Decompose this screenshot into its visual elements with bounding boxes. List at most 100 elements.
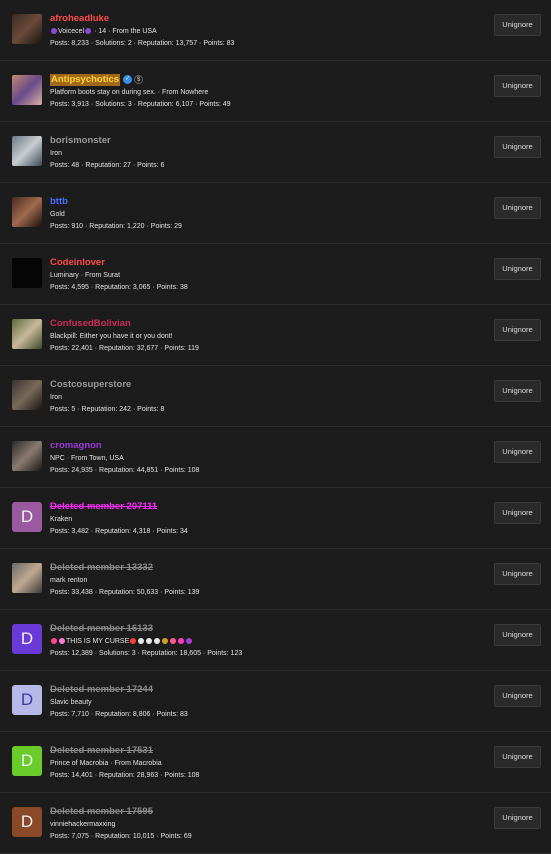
unignore-button[interactable]: Unignore: [494, 746, 541, 768]
unignore-button[interactable]: Unignore: [494, 502, 541, 524]
unignore-button[interactable]: Unignore: [494, 197, 541, 219]
unignore-button[interactable]: Unignore: [494, 807, 541, 829]
member-avatar-letter[interactable]: D: [12, 746, 42, 776]
member-avatar-letter[interactable]: D: [12, 502, 42, 532]
member-info: Deleted member 17244 Slavic beauty Posts: …: [50, 684, 421, 720]
member-row: D Deleted member 17531 Prince of Macrobia …: [0, 732, 551, 793]
member-info: Deleted member 17531 Prince of Macrobia ·…: [50, 745, 421, 781]
member-title: Voicecel: [58, 28, 85, 35]
member-title-line: Kraken: [50, 515, 421, 525]
member-avatar[interactable]: [12, 319, 42, 349]
member-title: Kraken: [50, 516, 73, 523]
member-avatar[interactable]: [12, 563, 42, 593]
username-link[interactable]: Deleted member 13332: [50, 562, 153, 574]
member-stats: Posts: 3,913 · Solutions: 3 · Reputation…: [50, 101, 231, 108]
username-link[interactable]: Deleted member 207111: [50, 501, 157, 513]
member-stats: Posts: 48 · Reputation: 27 · Points: 6: [50, 162, 165, 169]
member-title-line: Prince of Macrobia · From Macrobia: [50, 759, 421, 769]
purple-orb-icon: [51, 28, 57, 35]
member-avatar[interactable]: [12, 14, 42, 44]
unignore-button[interactable]: Unignore: [494, 14, 541, 36]
username-link[interactable]: cromagnon: [50, 440, 102, 452]
member-title: Gold: [50, 211, 65, 218]
member-title: Blackpill: Either you have it or you don…: [50, 333, 173, 340]
member-row: borismonster Iron Posts: 48 · Reputation: …: [0, 122, 551, 183]
username-line: Deleted member 207111: [50, 501, 421, 513]
member-info: bttb Gold Posts: 910 · Reputation: 1,220 ·…: [50, 196, 421, 232]
unignore-button[interactable]: Unignore: [494, 563, 541, 585]
member-info: cromagnon NPC · From Town, USA Posts: 24,9…: [50, 440, 421, 476]
member-stats: Posts: 7,075 · Reputation: 10,015 · Poin…: [50, 833, 192, 840]
member-stats: Posts: 5 · Reputation: 242 · Points: 8: [50, 406, 165, 413]
unignore-button[interactable]: Unignore: [494, 319, 541, 341]
member-title: Iron: [50, 150, 63, 157]
emoji-icon: [154, 638, 161, 645]
username-line: ConfusedBolivian: [50, 318, 421, 330]
username-line: Codeinlover: [50, 257, 421, 269]
member-title: Prince of Macrobia · From Macrobia: [50, 760, 162, 767]
unignore-button[interactable]: Unignore: [494, 380, 541, 402]
member-title-line: Iron: [50, 393, 421, 403]
member-info: afroheadluke Voicecel · 14 · From the USA P…: [50, 13, 421, 49]
member-title-line: Platform boots stay on during sex. · Fro…: [50, 88, 421, 98]
member-row: Antipsychotics ✓ $ Platform boots stay on d…: [0, 61, 551, 122]
username-line: Deleted member 17595: [50, 806, 421, 818]
avatar-letter: D: [20, 690, 34, 709]
member-title-line: Iron: [50, 149, 421, 159]
member-row: D Deleted member 17244 Slavic beauty Posts:…: [0, 671, 551, 732]
member-title-line: vinniehackermaxxing: [50, 820, 421, 830]
ignored-members-list: afroheadluke Voicecel · 14 · From the USA P…: [0, 0, 551, 854]
username-link[interactable]: Deleted member 16133: [50, 623, 153, 635]
member-info: Deleted member 207111 Kraken Posts: 3,482 …: [50, 501, 421, 537]
member-title-line: mark renton: [50, 576, 421, 586]
emoji-icon: [51, 638, 57, 645]
emoji-icon: [162, 638, 169, 645]
username-link[interactable]: Deleted member 17595: [50, 806, 153, 818]
unignore-button[interactable]: Unignore: [494, 441, 541, 463]
member-avatar-letter[interactable]: D: [12, 807, 42, 837]
emoji-icon: [170, 638, 177, 645]
member-avatar[interactable]: [12, 75, 42, 105]
member-row: D Deleted member 17595 vinniehackermaxxing…: [0, 793, 551, 854]
username-line: bttb: [50, 196, 421, 208]
member-avatar-letter[interactable]: D: [12, 624, 42, 654]
member-info: Codeinlover Luminary · From Surat Posts: 4…: [50, 257, 421, 293]
username-link[interactable]: Deleted member 17244: [50, 684, 153, 696]
member-avatar[interactable]: [12, 136, 42, 166]
username-link[interactable]: ConfusedBolivian: [50, 318, 131, 330]
unignore-button[interactable]: Unignore: [494, 258, 541, 280]
member-title-line: Slavic beauty: [50, 698, 421, 708]
username-link[interactable]: Costcosuperstore: [50, 379, 131, 391]
username-line: borismonster: [50, 135, 421, 147]
username-link[interactable]: Antipsychotics: [50, 74, 121, 86]
avatar-letter: D: [20, 507, 34, 526]
username-link[interactable]: borismonster: [50, 135, 111, 147]
emoji-icon: [138, 638, 145, 645]
member-avatar[interactable]: [12, 380, 42, 410]
unignore-button[interactable]: Unignore: [494, 685, 541, 707]
member-title: Iron: [50, 394, 63, 401]
emoji-icon: [146, 638, 153, 645]
dollar-icon: $: [134, 74, 144, 84]
member-avatar[interactable]: [12, 441, 42, 471]
avatar-letter: D: [20, 751, 34, 770]
member-title: NPC · From Town, USA: [50, 455, 124, 462]
member-title: Platform boots stay on during sex. · Fro…: [50, 89, 209, 96]
member-title: vinniehackermaxxing: [50, 821, 116, 828]
member-avatar[interactable]: [12, 258, 42, 288]
username-link[interactable]: afroheadluke: [50, 13, 109, 25]
username-link[interactable]: Deleted member 17531: [50, 745, 153, 757]
username-link[interactable]: Codeinlover: [50, 257, 105, 269]
member-title-line: Blackpill: Either you have it or you don…: [50, 332, 421, 342]
member-stats: Posts: 4,595 · Reputation: 3,065 · Point…: [50, 284, 188, 291]
unignore-button[interactable]: Unignore: [494, 136, 541, 158]
member-avatar[interactable]: [12, 197, 42, 227]
unignore-button[interactable]: Unignore: [494, 75, 541, 97]
username-link[interactable]: bttb: [50, 196, 68, 208]
member-title-line: THIS IS MY CURSE: [50, 637, 421, 647]
username-line: Antipsychotics ✓ $: [50, 74, 421, 86]
unignore-button[interactable]: Unignore: [494, 624, 541, 646]
member-row: Deleted member 13332 mark renton Posts: 33…: [0, 549, 551, 610]
member-avatar-letter[interactable]: D: [12, 685, 42, 715]
member-stats: Posts: 910 · Reputation: 1,220 · Points:…: [50, 223, 182, 230]
